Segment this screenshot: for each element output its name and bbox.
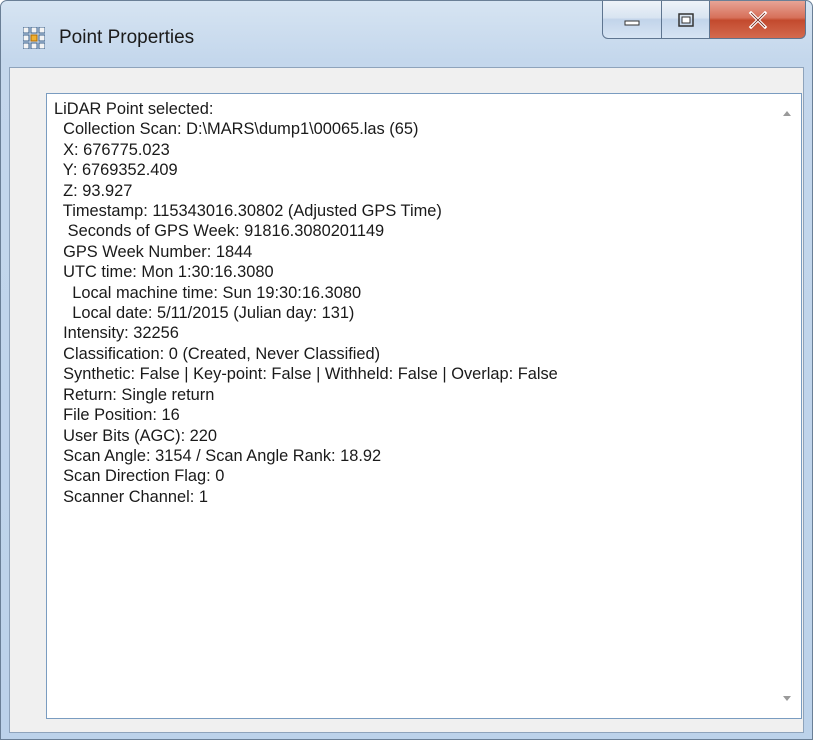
property-line: Y: 6769352.409 bbox=[54, 161, 178, 180]
title-bar[interactable]: Point Properties bbox=[1, 1, 812, 59]
close-icon bbox=[748, 10, 767, 29]
property-line: Z: 93.927 bbox=[54, 181, 133, 200]
property-line: Intensity: 32256 bbox=[54, 324, 179, 343]
property-line: Timestamp: 115343016.30802 (Adjusted GPS… bbox=[54, 202, 442, 221]
scroll-up-arrow-icon[interactable] bbox=[781, 108, 793, 118]
property-line: File Position: 16 bbox=[54, 406, 180, 425]
grid-app-icon bbox=[23, 27, 45, 49]
property-line: Scanner Channel: 1 bbox=[54, 487, 208, 506]
property-line: Seconds of GPS Week: 91816.3080201149 bbox=[54, 222, 385, 241]
client-area: LiDAR Point selected: Collection Scan: D… bbox=[9, 67, 804, 733]
property-line: User Bits (AGC): 220 bbox=[54, 426, 218, 445]
property-line: Synthetic: False | Key-point: False | Wi… bbox=[54, 365, 558, 384]
property-line: UTC time: Mon 1:30:16.3080 bbox=[54, 263, 274, 282]
point-properties-window: Point Properties LiDAR Point selected: C… bbox=[0, 0, 813, 740]
scroll-down-arrow-icon[interactable] bbox=[781, 694, 793, 704]
property-line: LiDAR Point selected: bbox=[54, 100, 214, 118]
maximize-icon bbox=[677, 12, 694, 27]
property-line: Local date: 5/11/2015 (Julian day: 131) bbox=[54, 304, 355, 323]
property-line: X: 676775.023 bbox=[54, 140, 170, 159]
property-line: Scan Direction Flag: 0 bbox=[54, 467, 225, 486]
property-line: GPS Week Number: 1844 bbox=[54, 242, 253, 261]
minimize-button[interactable] bbox=[602, 1, 662, 39]
close-button[interactable] bbox=[710, 1, 806, 39]
property-line: Classification: 0 (Created, Never Classi… bbox=[54, 344, 381, 363]
point-properties-textbox[interactable]: LiDAR Point selected: Collection Scan: D… bbox=[46, 93, 802, 719]
property-line: Return: Single return bbox=[54, 385, 215, 404]
maximize-button[interactable] bbox=[662, 1, 710, 39]
property-line: Collection Scan: D:\MARS\dump1\00065.las… bbox=[54, 120, 419, 139]
minimize-icon bbox=[624, 20, 640, 25]
property-line: Scan Angle: 3154 / Scan Angle Rank: 18.9… bbox=[54, 446, 382, 465]
window-title: Point Properties bbox=[59, 27, 195, 48]
caption-buttons bbox=[602, 1, 806, 41]
point-properties-text: LiDAR Point selected: Collection Scan: D… bbox=[54, 99, 771, 507]
property-line: Local machine time: Sun 19:30:16.3080 bbox=[54, 283, 362, 302]
